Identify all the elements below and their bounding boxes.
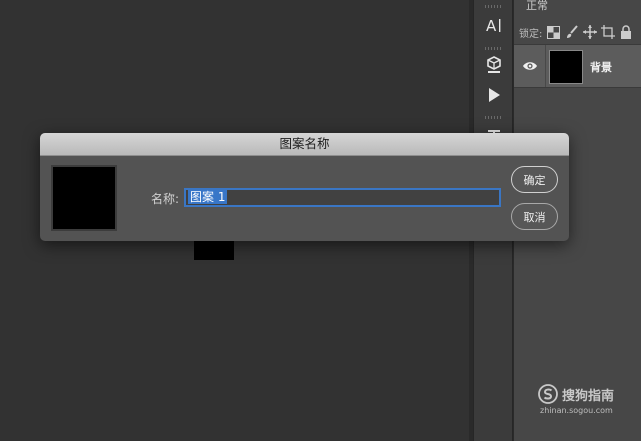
- play-action-icon[interactable]: [474, 82, 514, 108]
- lock-position-icon[interactable]: [582, 25, 597, 40]
- layer-thumbnail: [549, 50, 583, 84]
- pattern-preview: [51, 165, 117, 231]
- lock-artboard-icon[interactable]: [600, 25, 615, 40]
- lock-label: 锁定:: [519, 28, 543, 40]
- lock-row: 锁定:: [514, 20, 641, 45]
- layer-divider: [545, 45, 546, 87]
- ok-button[interactable]: 确定: [511, 166, 558, 193]
- name-label: 名称:: [151, 192, 180, 206]
- blend-mode-select[interactable]: 正常: [526, 0, 548, 13]
- layer-row-background[interactable]: 背景: [514, 45, 641, 88]
- watermark-text: 搜狗指南: [562, 389, 615, 404]
- pattern-name-dialog: 图案名称 名称: 图案 1 确定 取消: [40, 133, 569, 241]
- 3d-object-icon[interactable]: [474, 52, 514, 78]
- strip-grip-3[interactable]: [485, 116, 503, 119]
- canvas-content-black-shape: [194, 238, 234, 260]
- dialog-title: 图案名称: [40, 133, 569, 156]
- strip-grip[interactable]: [485, 5, 503, 8]
- strip-grip-2[interactable]: [485, 47, 503, 50]
- name-input[interactable]: 图案 1: [184, 188, 501, 207]
- sogou-logo-icon: [538, 384, 558, 404]
- eye-visibility-icon[interactable]: [522, 58, 538, 72]
- name-input-selected-text: 图案 1: [188, 190, 228, 204]
- layer-name[interactable]: 背景: [590, 59, 612, 75]
- lock-brush-icon[interactable]: [564, 25, 579, 40]
- character-panel-icon[interactable]: A: [474, 12, 514, 38]
- lock-all-icon[interactable]: [618, 25, 633, 40]
- cancel-button[interactable]: 取消: [511, 203, 558, 230]
- watermark-url: zhinan.sogou.com: [540, 406, 613, 415]
- lock-transparency-icon[interactable]: [546, 25, 561, 40]
- svg-text:A: A: [486, 17, 497, 34]
